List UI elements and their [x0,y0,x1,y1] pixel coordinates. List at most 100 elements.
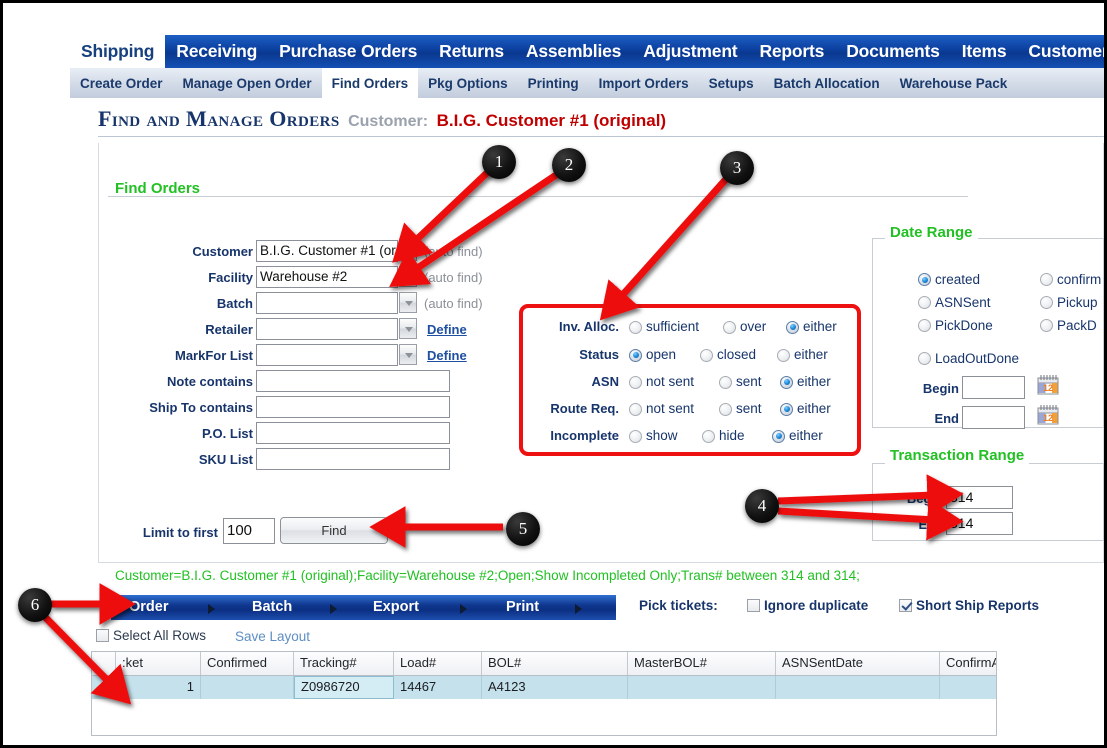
sub-tab-find-orders[interactable]: Find Orders [321,68,419,98]
radio-inv-alloc-over[interactable]: over [723,315,766,339]
main-tab-purchase-orders[interactable]: Purchase Orders [268,35,428,68]
sub-tab-setups[interactable]: Setups [699,68,764,98]
input-customer[interactable]: B.I.G. Customer #1 (or [256,240,398,262]
radio-asn-sent[interactable]: sent [719,370,762,394]
main-tab-reports[interactable]: Reports [748,35,835,68]
input-sku-list[interactable] [256,448,450,470]
radio-asn-either[interactable]: either [780,370,831,394]
grid-col-masterbol[interactable]: MasterBOL# [628,652,776,675]
define-link-retailer[interactable]: Define [427,322,467,337]
grid-col-confirmasn[interactable]: ConfirmASNS [940,652,996,675]
sub-tab-pkg-options[interactable]: Pkg Options [418,68,518,98]
orders-grid: :ket Confirmed Tracking# Load# BOL# Mast… [91,651,997,736]
checkbox-select-all-rows[interactable]: Select All Rows [96,628,206,643]
grid-col-load[interactable]: Load# [394,652,482,675]
radio-asn-not-sent[interactable]: not sent [629,370,694,394]
find-button[interactable]: Find [280,517,388,544]
input-note-contains[interactable] [256,370,450,392]
sub-tab-import-orders[interactable]: Import Orders [589,68,699,98]
grid-col-ticket[interactable]: :ket [116,652,201,675]
grid-cell-asnsentdate [776,676,940,699]
grid-col-asnsentdate[interactable]: ASNSentDate [776,652,940,675]
chevron-right-icon-print[interactable] [575,604,582,614]
calendar-icon-end[interactable]: 12 [1037,404,1059,426]
radio-inv-alloc-either[interactable]: either [786,315,837,339]
input-markfor-list[interactable] [256,344,398,366]
chevron-right-icon-batch[interactable] [330,604,337,614]
calendar-icon-begin[interactable]: 12 [1037,374,1059,396]
input-limit-to-first[interactable]: 100 [223,518,275,544]
radio-date-created[interactable]: created [918,272,980,287]
define-link-markfor-list[interactable]: Define [427,348,467,363]
radio-date-packdone[interactable]: PackD [1040,318,1097,333]
dropdown-arrow-icon-facility[interactable] [399,266,417,287]
radio-date-loadoutdone[interactable]: LoadOutDone [918,351,1019,366]
main-tab-customer[interactable]: Customer [1017,35,1104,68]
radio-incomplete-hide[interactable]: hide [702,424,745,448]
main-tab-returns[interactable]: Returns [428,35,515,68]
input-trans-begin[interactable]: 314 [946,486,1013,509]
sub-tab-create-order[interactable]: Create Order [70,68,173,98]
radio-inv-alloc-sufficient[interactable]: sufficient [629,315,699,339]
label-note-contains: Note contains [167,374,253,389]
save-layout-link[interactable]: Save Layout [235,629,310,644]
date-range-panel [872,238,1104,428]
radio-status-either[interactable]: either [777,343,828,367]
checkbox-ignore-duplicate[interactable]: Ignore duplicate [747,598,868,613]
chevron-right-icon-export[interactable] [460,604,467,614]
action-menu-print[interactable]: Print [506,595,539,620]
radio-date-asnsent[interactable]: ASNSent [918,295,991,310]
action-menu-order[interactable]: Order [129,595,169,620]
main-tab-assemblies[interactable]: Assemblies [515,35,632,68]
sub-tab-batch-allocation[interactable]: Batch Allocation [764,68,890,98]
action-menu-batch[interactable]: Batch [252,595,292,620]
grid-col-select[interactable] [92,652,116,675]
radio-label: confirm [1057,272,1102,287]
sub-tab-manage-open-order[interactable]: Manage Open Order [173,68,322,98]
main-tab-adjustment[interactable]: Adjustment [632,35,748,68]
chevron-right-icon-order[interactable] [208,604,215,614]
table-row[interactable]: 1 Z0986720 14467 A4123 [92,676,996,699]
input-date-end[interactable] [962,406,1025,429]
main-tab-receiving[interactable]: Receiving [165,35,268,68]
grid-col-tracking[interactable]: Tracking# [294,652,394,675]
dropdown-arrow-icon-markfor-list[interactable] [399,344,417,365]
sub-tab-warehouse-pack[interactable]: Warehouse Pack [890,68,1018,98]
input-batch[interactable] [256,292,398,314]
dropdown-arrow-icon-customer[interactable] [399,240,417,261]
pick-tickets-label: Pick tickets: [639,598,718,613]
radio-incomplete-either[interactable]: either [772,424,823,448]
input-trans-end[interactable]: 314 [946,512,1013,535]
grid-col-bol[interactable]: BOL# [482,652,628,675]
radio-route-req-sent[interactable]: sent [719,397,762,421]
input-facility[interactable]: Warehouse #2 [256,266,398,288]
action-menu-export[interactable]: Export [373,595,419,620]
input-retailer[interactable] [256,318,398,340]
radio-status-closed[interactable]: closed [700,343,756,367]
input-ship-to-contains[interactable] [256,396,450,418]
sub-tab-find-orders-label: Find Orders [331,75,409,91]
main-tab-documents[interactable]: Documents [835,35,951,68]
radio-status-open[interactable]: open [629,343,676,367]
radio-route-req-either[interactable]: either [780,397,831,421]
application-window: Shipping Receiving Purchase Orders Retur… [3,3,1104,745]
input-date-begin[interactable] [962,376,1025,399]
sub-tab-printing[interactable]: Printing [518,68,589,98]
callout-badge-6: 6 [18,588,52,622]
main-tab-shipping[interactable]: Shipping [70,35,166,68]
main-tab-items[interactable]: Items [951,35,1018,68]
checkbox-label: Select All Rows [113,628,207,643]
input-po-list[interactable] [256,422,450,444]
radio-incomplete-show[interactable]: show [629,424,678,448]
callout-badge-3: 3 [720,151,754,185]
checkbox-short-ship-reports[interactable]: Short Ship Reports [899,598,1039,613]
grid-cell-select[interactable] [92,676,116,699]
radio-date-confirmed[interactable]: confirm [1040,272,1101,287]
grid-cell-tracking[interactable]: Z0986720 [294,676,394,699]
grid-col-confirmed[interactable]: Confirmed [201,652,294,675]
radio-date-pickdone[interactable]: PickDone [918,318,993,333]
dropdown-arrow-icon-retailer[interactable] [399,318,417,339]
radio-route-req-not-sent[interactable]: not sent [629,397,694,421]
dropdown-arrow-icon-batch[interactable] [399,292,417,313]
radio-date-pickup[interactable]: Pickup [1040,295,1098,310]
